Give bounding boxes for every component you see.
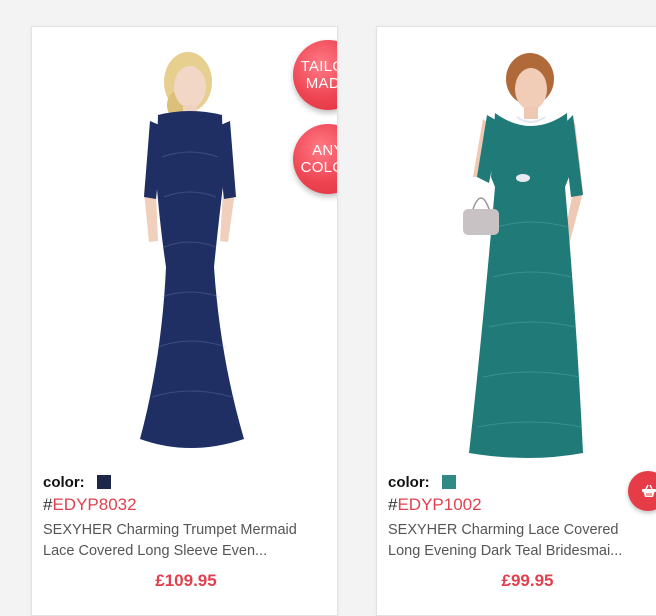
product-info: color: #EDYP1002 SEXYHER Charming Lace C…	[388, 471, 656, 591]
product-title-line: SEXYHER Charming Lace Covered	[388, 522, 619, 538]
shopping-basket-icon	[642, 484, 656, 497]
product-title-link[interactable]: SEXYHER Charming Lace Covered Long Eveni…	[388, 520, 656, 562]
product-price: £99.95	[501, 571, 554, 590]
brooch	[516, 174, 530, 182]
product-sku: #EDYP8032	[43, 495, 329, 517]
product-price: £109.95	[155, 571, 217, 590]
color-label: color:	[388, 473, 430, 491]
product-info: color: #EDYP8032 SEXYHER Charming Trumpe…	[43, 471, 329, 591]
product-title-line: SEXYHER Charming Trumpet Mermaid	[43, 522, 297, 538]
color-row: color:	[388, 471, 656, 493]
color-swatch[interactable]	[441, 475, 456, 489]
product-card[interactable]: TAILOR MADE ANY COLOR color: #EDYP8032 S…	[31, 26, 338, 616]
color-swatch[interactable]	[96, 475, 111, 489]
clutch-bag	[463, 209, 499, 235]
product-title-line: Lace Covered Long Sleeve Even...	[43, 543, 268, 559]
sku-code: EDYP8032	[52, 495, 137, 514]
product-image[interactable]: TAILOR MADE ANY COLOR	[32, 27, 337, 467]
product-title-line: Long Evening Dark Teal Bridesmai...	[388, 543, 623, 559]
navy-dress-model-image	[140, 52, 244, 448]
sku-code: EDYP1002	[397, 495, 482, 514]
color-label: color:	[43, 473, 85, 491]
product-card[interactable]: color: #EDYP1002 SEXYHER Charming Lace C…	[376, 26, 656, 616]
color-row: color:	[43, 471, 329, 493]
product-image[interactable]	[377, 27, 656, 467]
product-title-link[interactable]: SEXYHER Charming Trumpet Mermaid Lace Co…	[43, 520, 329, 562]
teal-dress-model-image	[463, 53, 583, 458]
product-sku: #EDYP1002	[388, 495, 656, 517]
